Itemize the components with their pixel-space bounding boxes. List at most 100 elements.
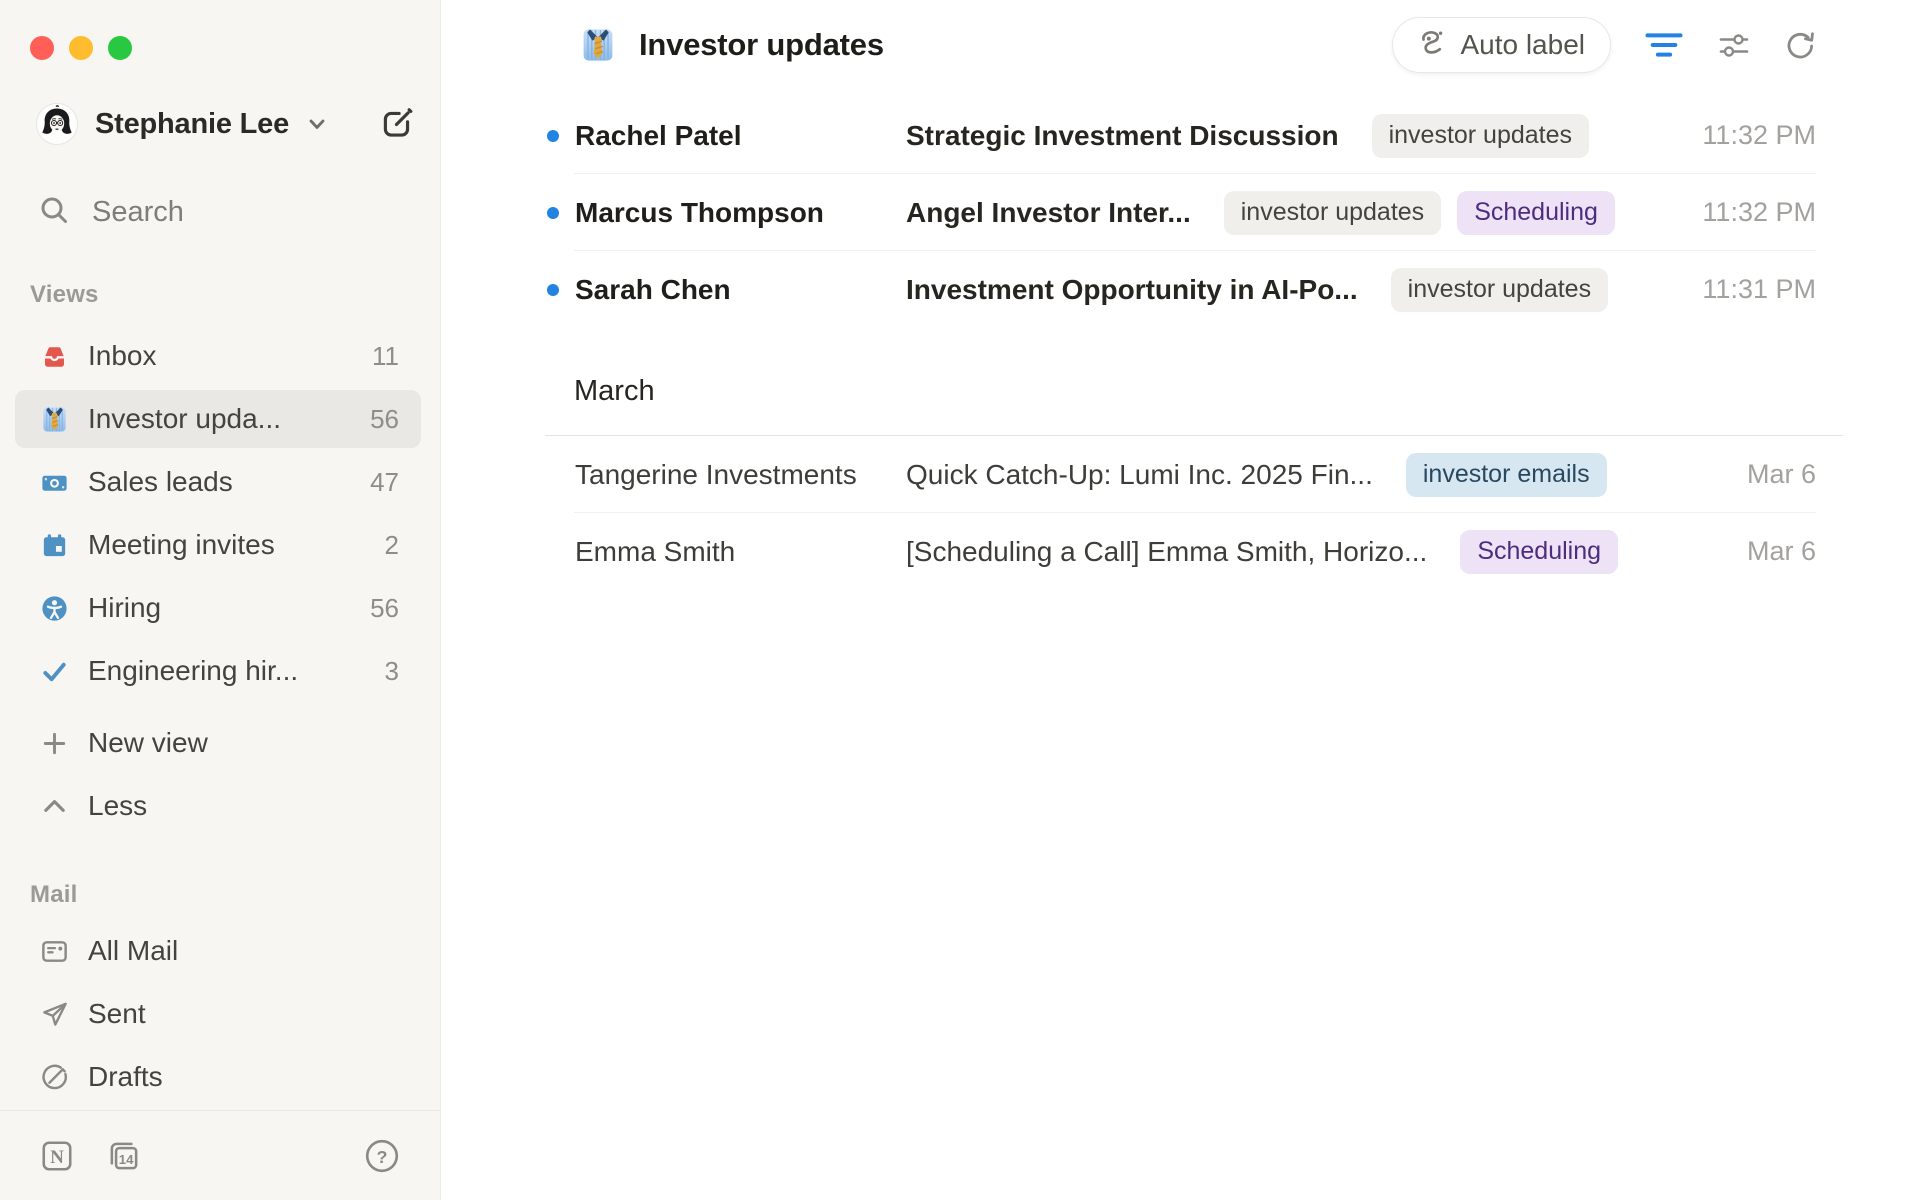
email-timestamp: Mar 6: [1723, 459, 1816, 490]
close-window-button[interactable]: [30, 36, 54, 60]
profile-name: Stephanie Lee: [95, 108, 289, 141]
help-icon[interactable]: ?: [363, 1137, 401, 1175]
sidebar-item-inbox[interactable]: Inbox11: [15, 327, 421, 385]
sidebar-item-all-mail[interactable]: All Mail: [15, 922, 421, 980]
svg-text:?: ?: [377, 1146, 388, 1166]
sidebar-item-investor-upda[interactable]: Investor upda...56: [15, 390, 421, 448]
sidebar-item-sales-leads[interactable]: Sales leads47: [15, 453, 421, 511]
search-button[interactable]: Search: [38, 189, 416, 235]
minimize-window-button[interactable]: [69, 36, 93, 60]
filter-icon[interactable]: [1644, 29, 1684, 61]
drafts-icon: [38, 1061, 70, 1093]
email-sender: Marcus Thompson: [575, 197, 906, 229]
email-subject: Angel Investor Inter...: [906, 197, 1191, 229]
chevron-up-icon: [38, 790, 70, 822]
unread-dot: [547, 469, 559, 481]
email-subject: Strategic Investment Discussion: [906, 120, 1339, 152]
search-label: Search: [92, 196, 184, 229]
email-subject: [Scheduling a Call] Emma Smith, Horizo..…: [906, 536, 1427, 568]
sidebar-item-label: New view: [88, 727, 399, 759]
email-subject: Investment Opportunity in AI-Po...: [906, 274, 1358, 306]
sidebar-item-drafts[interactable]: Drafts: [15, 1048, 421, 1106]
header-actions: Auto label: [1392, 17, 1817, 73]
zoom-window-button[interactable]: [108, 36, 132, 60]
sent-icon: [38, 998, 70, 1030]
person-icon: [38, 592, 70, 624]
profile-switcher[interactable]: Stephanie Lee: [36, 101, 416, 147]
email-timestamp: Mar 6: [1723, 536, 1816, 567]
email-row[interactable]: Marcus ThompsonAngel Investor Inter... in…: [441, 174, 1920, 251]
unread-dot: [547, 207, 559, 219]
banknote-icon: [38, 466, 70, 498]
svg-text:14: 14: [119, 1151, 134, 1166]
sidebar-item-label: Investor upda...: [88, 403, 370, 435]
views-section-header: Views: [30, 281, 440, 309]
email-tags: investor updates: [1391, 268, 1608, 312]
inbox-icon: [38, 340, 70, 372]
label-tag[interactable]: Scheduling: [1457, 191, 1615, 235]
plus-icon: [38, 727, 70, 759]
label-tag[interactable]: investor updates: [1372, 114, 1589, 158]
check-icon: [38, 655, 70, 687]
email-sender: Sarah Chen: [575, 274, 906, 306]
unread-dot: [547, 546, 559, 558]
chevron-down-icon: [305, 112, 329, 136]
unread-count-badge: 3: [385, 656, 399, 687]
email-sender: Emma Smith: [575, 536, 906, 568]
mail-section-header: Mail: [30, 881, 440, 909]
unread-count-badge: 2: [385, 530, 399, 561]
email-row[interactable]: Emma Smith[Scheduling a Call] Emma Smith…: [441, 513, 1920, 590]
email-sender: Rachel Patel: [575, 120, 906, 152]
sidebar-item-sent[interactable]: Sent: [15, 985, 421, 1043]
sidebar-item-label: Meeting invites: [88, 529, 385, 561]
auto-label-button[interactable]: Auto label: [1392, 17, 1611, 73]
sidebar-item-meeting-invites[interactable]: Meeting invites2: [15, 516, 421, 574]
sidebar-item-label: Sales leads: [88, 466, 370, 498]
sidebar-item-label: Hiring: [88, 592, 370, 624]
necktie-emoji-icon: [578, 25, 618, 65]
page-title: Investor updates: [639, 27, 884, 63]
email-row[interactable]: Rachel PatelStrategic Investment Discuss…: [441, 97, 1920, 174]
window-controls: [30, 36, 132, 60]
auto-label-label: Auto label: [1460, 29, 1585, 61]
svg-text:N: N: [50, 1147, 64, 1168]
unread-count-badge: 56: [370, 593, 399, 624]
avatar: [36, 103, 78, 145]
necktie-icon: [38, 403, 70, 435]
sidebar-item-label: Engineering hir...: [88, 655, 385, 687]
compose-button[interactable]: [378, 105, 416, 143]
refresh-icon[interactable]: [1784, 29, 1817, 62]
sidebar-item-hiring[interactable]: Hiring56: [15, 579, 421, 637]
email-row[interactable]: Sarah ChenInvestment Opportunity in AI-P…: [441, 251, 1920, 328]
label-tag[interactable]: Scheduling: [1460, 530, 1618, 574]
email-tags: investor updates: [1372, 114, 1589, 158]
email-row[interactable]: Tangerine InvestmentsQuick Catch-Up: Lum…: [441, 436, 1920, 513]
list-header: Investor updates Auto label: [578, 17, 1817, 73]
calendar-icon: [38, 529, 70, 561]
notion-calendar-icon[interactable]: 14: [105, 1137, 143, 1175]
notion-logo-icon[interactable]: N: [39, 1138, 75, 1174]
label-tag[interactable]: investor updates: [1391, 268, 1608, 312]
unread-count-badge: 11: [372, 341, 399, 372]
view-actions: New view Less: [0, 714, 440, 835]
sidebar-item-label: Drafts: [88, 1061, 399, 1093]
email-sender: Tangerine Investments: [575, 459, 906, 491]
label-tag[interactable]: investor updates: [1224, 191, 1441, 235]
label-tag[interactable]: investor emails: [1406, 453, 1607, 497]
unread-dot: [547, 130, 559, 142]
email-timestamp: 11:31 PM: [1678, 274, 1816, 305]
sidebar-item-label: Inbox: [88, 340, 372, 372]
search-icon: [38, 194, 70, 231]
unread-count-badge: 47: [370, 467, 399, 498]
email-timestamp: 11:32 PM: [1678, 120, 1816, 151]
sidebar-item-new-view[interactable]: New view: [15, 714, 421, 772]
views-list: Inbox11Investor upda...56Sales leads47Me…: [0, 327, 440, 700]
unread-dot: [547, 284, 559, 296]
email-timestamp: 11:32 PM: [1678, 197, 1816, 228]
mail-list: All MailSent Drafts: [0, 922, 440, 1106]
display-settings-icon[interactable]: [1717, 28, 1751, 62]
allmail-icon: [38, 935, 70, 967]
sidebar-item-engineering-hir[interactable]: Engineering hir...3: [15, 642, 421, 700]
sidebar-item-less[interactable]: Less: [15, 777, 421, 835]
email-tags: Scheduling: [1460, 530, 1618, 574]
